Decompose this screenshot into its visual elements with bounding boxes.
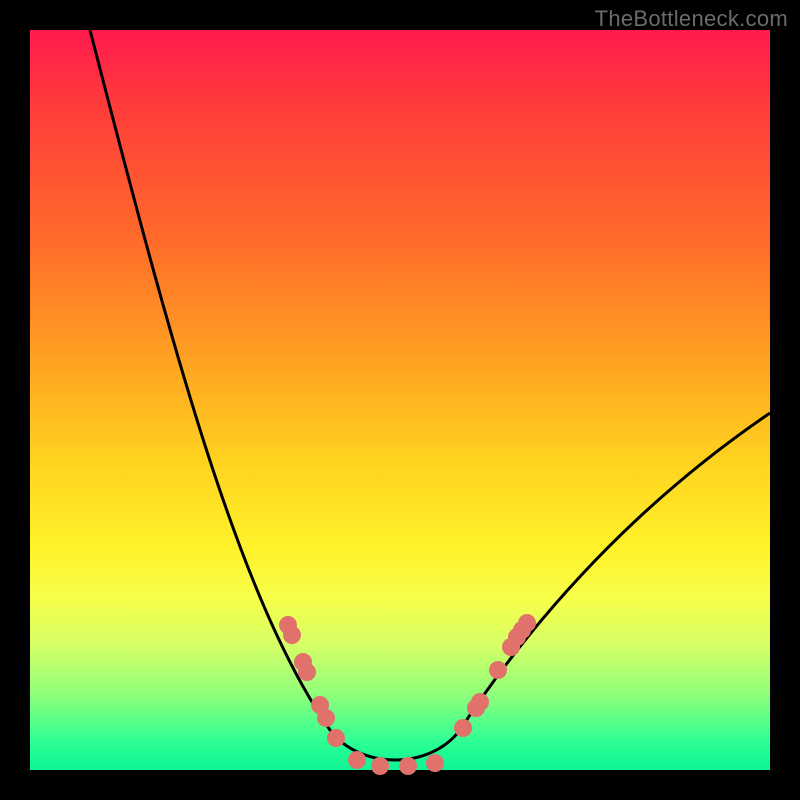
watermark-text: TheBottleneck.com xyxy=(595,6,788,32)
data-point-marker xyxy=(348,751,366,769)
data-point-marker xyxy=(471,693,489,711)
data-point-marker xyxy=(371,757,389,775)
data-point-marker xyxy=(454,719,472,737)
data-point-marker xyxy=(426,754,444,772)
data-point-marker xyxy=(317,709,335,727)
data-point-marker xyxy=(298,663,316,681)
data-point-marker xyxy=(489,661,507,679)
bottleneck-plot xyxy=(30,30,770,770)
left-marker-cluster xyxy=(279,616,366,769)
data-point-marker xyxy=(327,729,345,747)
bottleneck-curve-path xyxy=(90,30,770,760)
data-point-marker xyxy=(283,626,301,644)
data-point-marker xyxy=(518,614,536,632)
data-point-marker xyxy=(399,757,417,775)
bottom-marker-cluster xyxy=(371,754,444,775)
chart-area xyxy=(30,30,770,770)
